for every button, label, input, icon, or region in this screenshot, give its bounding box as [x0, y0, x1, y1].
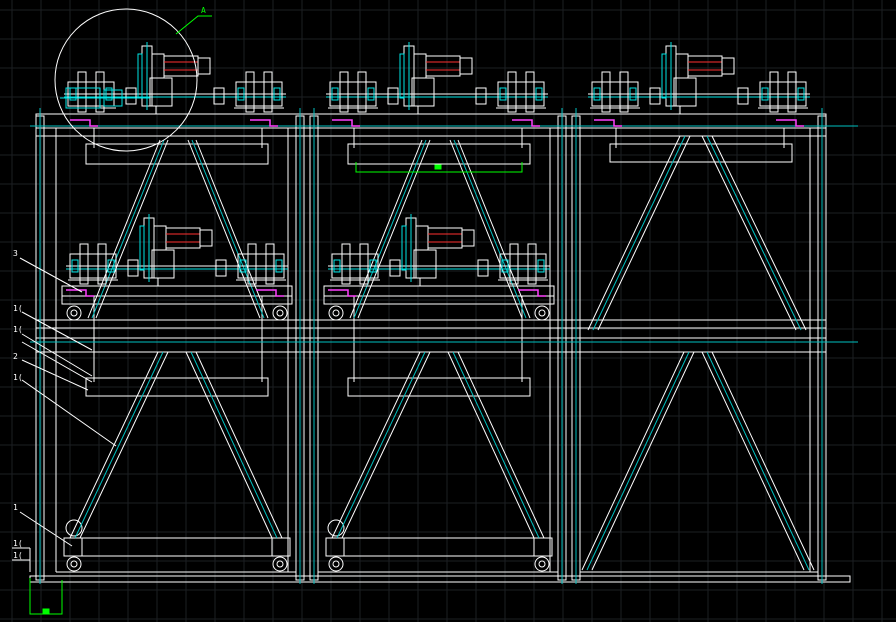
- center-lines: [30, 108, 858, 584]
- drive-unit-top-middle: [322, 42, 552, 115]
- drive-unit-top-right: [584, 42, 814, 115]
- label-part-3: 3: [13, 249, 18, 258]
- label-part-1: 1: [13, 503, 18, 512]
- label-part-10a: 1(: [13, 304, 23, 313]
- detail-callout-circle: [54, 8, 198, 152]
- drive-unit-mid-left: [62, 214, 292, 287]
- label-part-10c: 1(: [13, 373, 23, 382]
- label-part-10e: 1(: [13, 551, 23, 560]
- dimension-lines: [29, 162, 523, 615]
- guide-clamps: [66, 119, 804, 297]
- carrier-wheels: [65, 305, 550, 572]
- detail-leader: [175, 15, 212, 35]
- label-part-10b: 1(: [13, 325, 23, 334]
- label-part-2: 2: [13, 352, 18, 361]
- cad-drawing-canvas[interactable]: A 3 1( 1( 2 1( 1 1( 1(: [0, 0, 896, 622]
- detail-callout-letter: A: [201, 6, 206, 15]
- drive-unit-mid-middle: [324, 214, 554, 287]
- drive-unit-top-left: [60, 42, 290, 115]
- label-part-10d: 1(: [13, 539, 23, 548]
- part-leaders: [12, 257, 117, 572]
